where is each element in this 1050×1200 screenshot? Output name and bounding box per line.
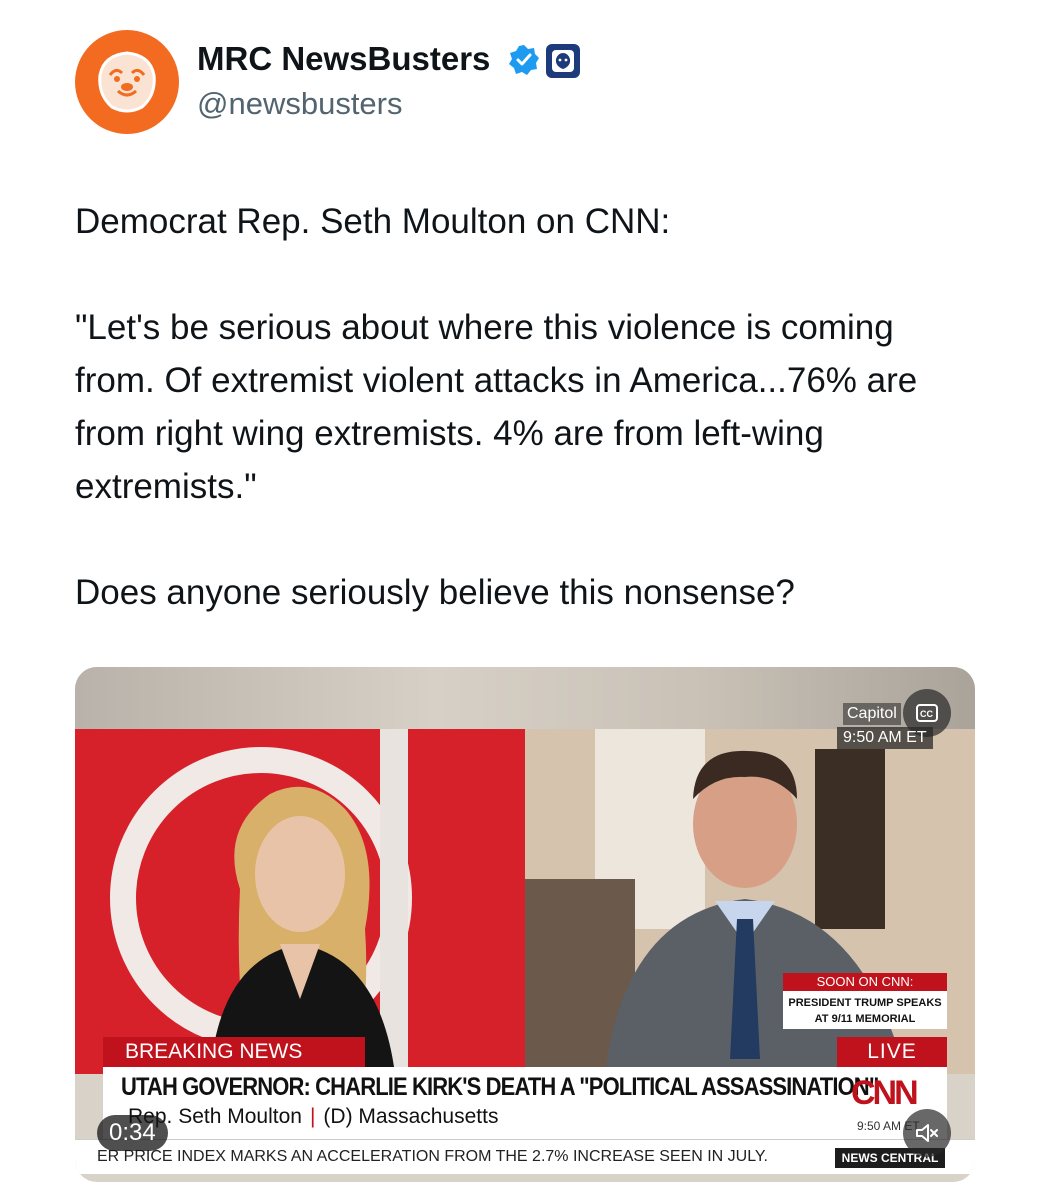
svg-text:CC: CC (920, 709, 933, 719)
news-headline: UTAH GOVERNOR: CHARLIE KIRK'S DEATH A "P… (121, 1073, 879, 1101)
chyron-divider: | (309, 1105, 316, 1128)
cnn-logo-text: CNN (851, 1074, 917, 1111)
live-badge: LIVE (837, 1037, 947, 1067)
affiliate-badge-icon[interactable] (546, 44, 580, 78)
video-blur-banner (75, 667, 975, 729)
ticker-text: ER PRICE INDEX MARKS AN ACCELERATION FRO… (97, 1148, 768, 1165)
breaking-news-banner: BREAKING NEWS (103, 1037, 365, 1067)
guest-party: (D) Massachusetts (323, 1105, 499, 1128)
time-label: 9:50 AM ET (837, 727, 933, 749)
anchor-image (210, 786, 395, 1074)
news-ticker: ER PRICE INDEX MARKS AN ACCELERATION FRO… (75, 1139, 975, 1174)
speaker-muted-icon (916, 1124, 938, 1142)
video-timer: 0:34 (97, 1115, 168, 1151)
tweet-question: Does anyone seriously believe this nonse… (75, 573, 795, 612)
tweet-quote: "Let's be serious about where this viole… (75, 308, 918, 506)
bulldog-mini-icon (552, 50, 574, 72)
tweet-line-intro: Democrat Rep. Seth Moulton on CNN: (75, 202, 671, 241)
handle[interactable]: @newsbusters (197, 86, 403, 122)
anchor-panel (75, 729, 525, 1074)
captions-icon: CC (916, 704, 938, 722)
soon-on-cnn-box: SOON ON CNN: PRESIDENT TRUMP SPEAKS AT 9… (783, 973, 947, 1029)
verified-badge-icon (509, 45, 539, 75)
lower-third: UTAH GOVERNOR: CHARLIE KIRK'S DEATH A "P… (103, 1067, 947, 1139)
bulldog-logo-icon (98, 51, 156, 113)
cnn-logo-icon: CNN (851, 1074, 920, 1111)
display-name[interactable]: MRC NewsBusters (197, 40, 490, 78)
soon-heading: SOON ON CNN: (783, 973, 947, 991)
tweet-text: Democrat Rep. Seth Moulton on CNN: "Let'… (75, 195, 975, 619)
guest-chyron: Rep. Seth Moulton | (D) Massachusetts (128, 1105, 498, 1129)
location-label: Capitol (843, 703, 901, 725)
soon-body: PRESIDENT TRUMP SPEAKS AT 9/11 MEMORIAL (788, 997, 942, 1025)
avatar[interactable] (75, 30, 179, 134)
mute-button[interactable] (903, 1109, 951, 1157)
video-player[interactable]: CC Capitol 9:50 AM ET SOON ON CNN: PRESI… (75, 667, 975, 1182)
